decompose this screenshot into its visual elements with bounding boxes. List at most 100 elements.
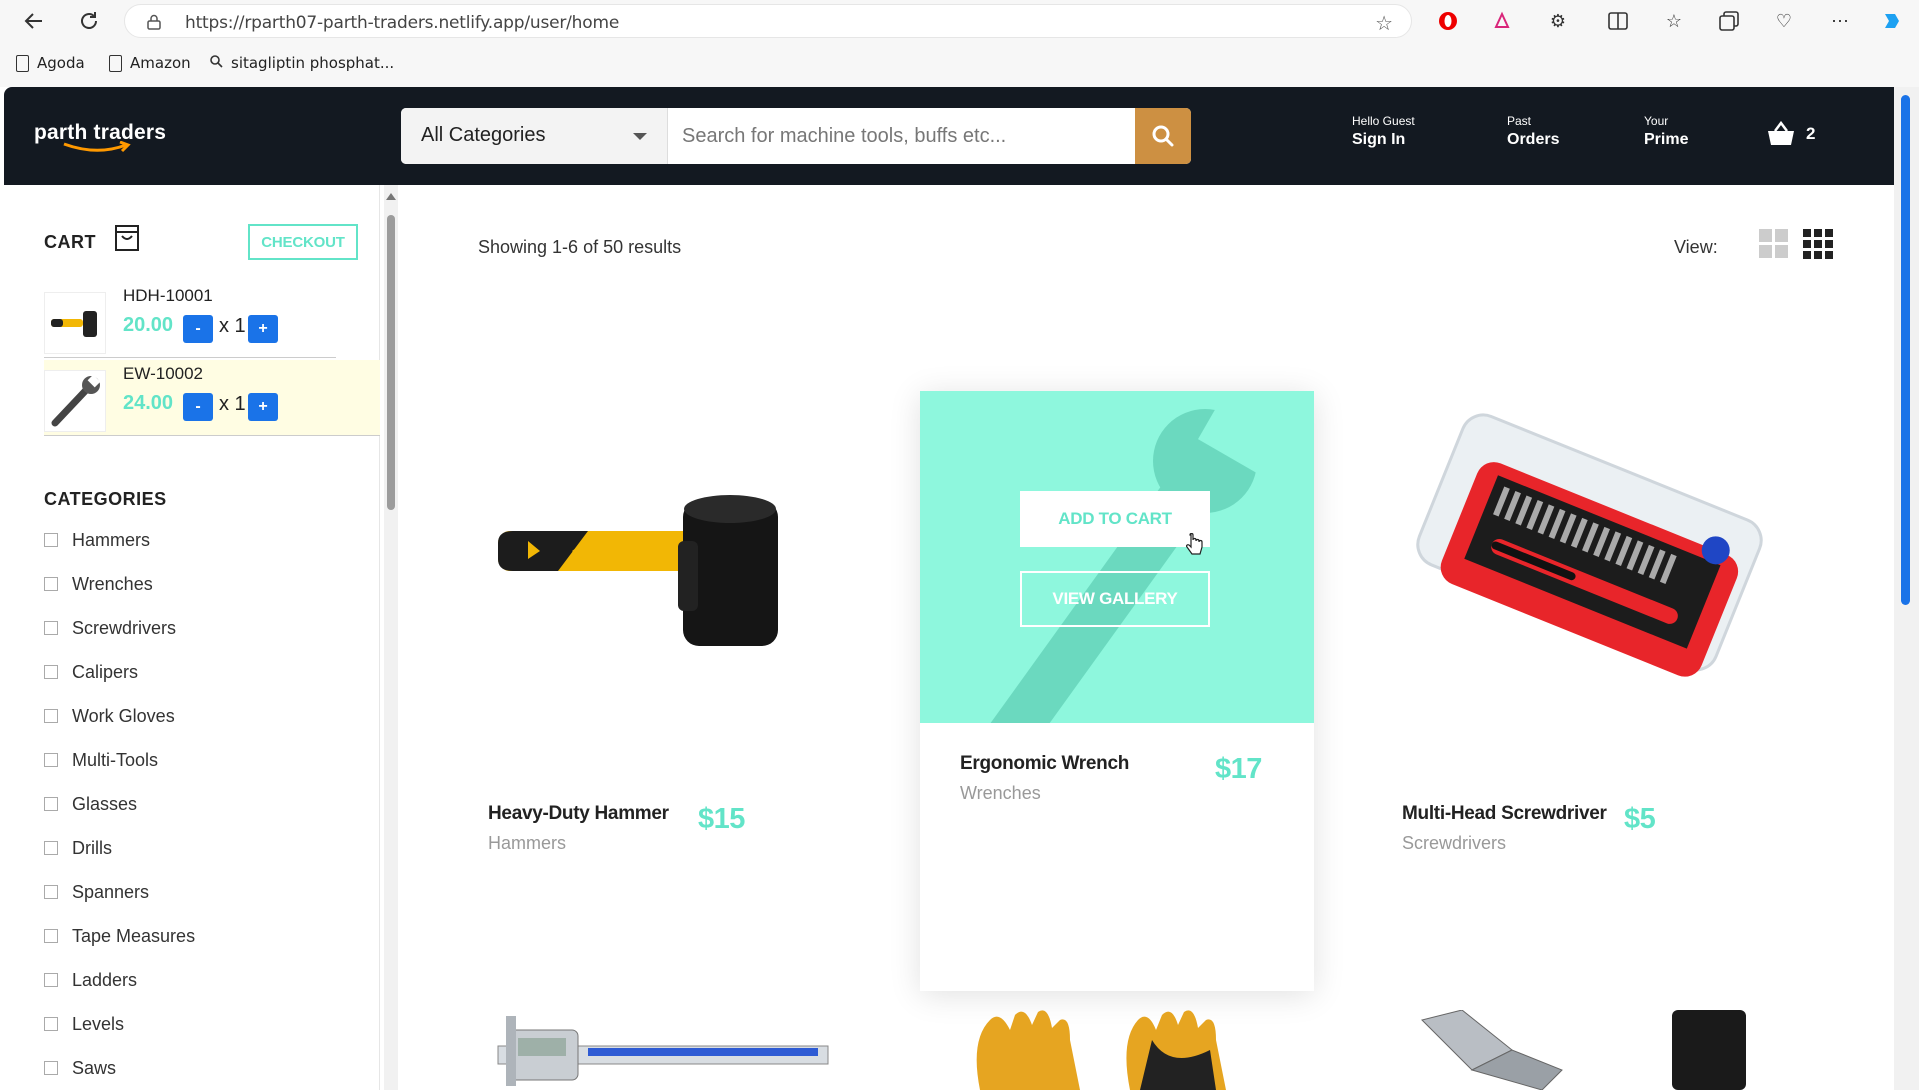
categories-title: CATEGORIES (44, 489, 167, 509)
view-gallery-button[interactable]: VIEW GALLERY (1020, 571, 1210, 627)
scroll-up-arrow-icon[interactable] (386, 193, 396, 200)
cart-item-quantity: x 1 (219, 393, 246, 415)
grid-large-view-icon[interactable] (1759, 229, 1789, 264)
checkbox[interactable] (44, 929, 58, 943)
cart-count-badge[interactable]: 2 (1806, 124, 1815, 144)
wrench-thumbnail[interactable] (44, 370, 106, 432)
prime-line1: Your (1644, 114, 1669, 128)
category-item[interactable]: Multi-Tools (44, 745, 294, 775)
split-screen-icon[interactable] (1606, 9, 1630, 33)
bookmark-amazon[interactable]: Amazon (109, 54, 191, 72)
sign-in-link[interactable]: Hello Guest Sign In (1352, 114, 1415, 149)
grid-small-view-icon[interactable] (1803, 229, 1833, 264)
url-text[interactable]: https://rparth07-parth-traders.netlify.a… (185, 13, 619, 33)
category-item[interactable]: Work Gloves (44, 701, 294, 731)
product-name[interactable]: Multi-Head Screwdriver (1402, 803, 1607, 825)
category-item[interactable]: Spanners (44, 877, 294, 907)
basket-icon[interactable] (1766, 120, 1796, 152)
checkbox[interactable] (44, 973, 58, 987)
site-viewport: parth traders All Categories Hello Guest… (4, 87, 1894, 1090)
category-item[interactable]: Hammers (44, 525, 294, 555)
product-name[interactable]: Ergonomic Wrench (960, 753, 1129, 775)
checkbox[interactable] (44, 797, 58, 811)
hammer-image[interactable] (468, 391, 862, 723)
product-card[interactable] (920, 1010, 1314, 1090)
copilot-icon[interactable] (1880, 9, 1904, 33)
product-card[interactable] (1382, 1010, 1776, 1090)
more-menu-icon[interactable]: ⋯ (1828, 9, 1852, 33)
decrease-quantity-button[interactable]: - (183, 315, 213, 343)
cart-item-price: 24.00 (123, 392, 174, 414)
checkbox[interactable] (44, 621, 58, 635)
checkbox[interactable] (44, 1061, 58, 1075)
collections-icon[interactable] (1717, 9, 1741, 33)
product-price: $5 (1624, 803, 1656, 835)
checkout-button[interactable]: CHECKOUT (248, 224, 358, 260)
opera-extension-icon[interactable] (1436, 9, 1460, 33)
category-item[interactable]: Screwdrivers (44, 613, 294, 643)
category-item[interactable]: Tape Measures (44, 921, 294, 951)
hammer-thumbnail[interactable] (44, 292, 106, 354)
favorites-icon[interactable]: ☆ (1662, 9, 1686, 33)
extensions-icon[interactable]: ⚙ (1546, 9, 1570, 33)
category-label: Spanners (72, 881, 150, 902)
category-label: Levels (72, 1013, 125, 1034)
product-name[interactable]: Heavy-Duty Hammer (488, 803, 669, 825)
hand-cursor-icon (1186, 533, 1203, 555)
increase-quantity-button[interactable]: + (248, 393, 278, 421)
product-card[interactable]: Heavy-Duty Hammer Hammers $15 (468, 391, 862, 861)
decrease-quantity-button[interactable]: - (183, 393, 213, 421)
category-item[interactable]: Saws (44, 1053, 294, 1083)
page-scroll-thumb[interactable] (1901, 95, 1910, 605)
bookmark-sitagliptin[interactable]: sitagliptin phosphat... (210, 54, 394, 72)
wrench-image[interactable]: ADD TO CART VIEW GALLERY (920, 391, 1314, 723)
sidebar-scroll-thumb[interactable] (387, 215, 395, 510)
checkbox[interactable] (44, 577, 58, 591)
page-icon (16, 54, 29, 72)
category-item[interactable]: Wrenches (44, 569, 294, 599)
category-item[interactable]: Ladders (44, 965, 294, 995)
caliper-image[interactable] (468, 1010, 862, 1090)
bookmark-label: Agoda (37, 54, 85, 72)
orders-link[interactable]: Past Orders (1507, 114, 1559, 149)
screwdriver-set-image[interactable] (1382, 391, 1776, 723)
reload-icon[interactable] (75, 8, 103, 34)
multi-tool-image[interactable] (1382, 1010, 1776, 1090)
checkbox[interactable] (44, 1017, 58, 1031)
checkbox[interactable] (44, 885, 58, 899)
prime-label: Prime (1644, 131, 1689, 148)
category-label: Calipers (72, 661, 139, 682)
prime-link[interactable]: Your Prime (1644, 114, 1688, 149)
product-card[interactable]: Multi-Head Screwdriver Screwdrivers $5 (1382, 391, 1776, 861)
increase-quantity-button[interactable]: + (248, 315, 278, 343)
add-to-cart-button[interactable]: ADD TO CART (1020, 491, 1210, 547)
checkbox[interactable] (44, 533, 58, 547)
product-card[interactable] (468, 1010, 862, 1090)
site-logo[interactable]: parth traders (34, 121, 166, 153)
checkbox[interactable] (44, 665, 58, 679)
category-select[interactable]: All Categories (401, 108, 668, 164)
back-icon[interactable] (20, 8, 48, 34)
category-item[interactable]: Drills (44, 833, 294, 863)
search-button[interactable] (1135, 108, 1191, 164)
acrobat-extension-icon[interactable] (1490, 9, 1514, 33)
cart-title: CART (44, 232, 96, 252)
favorite-star-icon[interactable]: ☆ (1375, 11, 1393, 36)
checkbox[interactable] (44, 841, 58, 855)
checkbox[interactable] (44, 709, 58, 723)
product-card-hovered[interactable]: ADD TO CART VIEW GALLERY Ergonomic Wrenc… (920, 391, 1314, 991)
checkbox[interactable] (44, 753, 58, 767)
category-item[interactable]: Levels (44, 1009, 294, 1039)
address-bar[interactable]: https://rparth07-parth-traders.netlify.a… (124, 4, 1412, 38)
category-item[interactable]: Glasses (44, 789, 294, 819)
sidebar-scrollbar[interactable] (384, 185, 398, 1090)
browser-essentials-icon[interactable]: ♡ (1772, 9, 1796, 33)
product-listing: Showing 1-6 of 50 results View: Heavy-Du… (398, 185, 1894, 1090)
lock-icon[interactable] (147, 14, 161, 35)
bookmark-agoda[interactable]: Agoda (16, 54, 85, 72)
search-input[interactable] (668, 108, 1133, 164)
product-category: Wrenches (960, 783, 1041, 803)
category-item[interactable]: Calipers (44, 657, 294, 687)
work-gloves-image[interactable] (920, 1010, 1314, 1090)
page-scrollbar[interactable] (1894, 87, 1919, 1090)
